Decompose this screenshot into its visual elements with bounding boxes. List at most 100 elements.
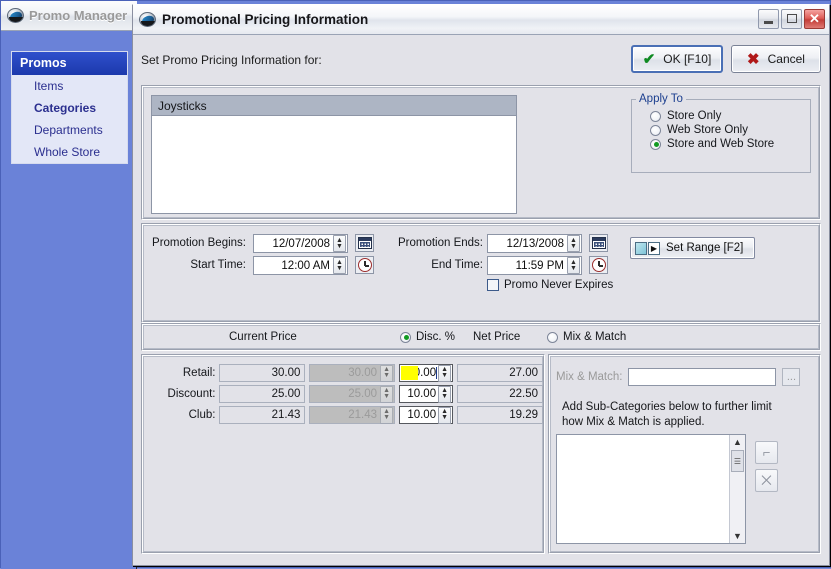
- promo-manager-titlebar[interactable]: Promo Manager: [1, 1, 137, 31]
- mix-match-browse-button[interactable]: ...: [782, 368, 801, 386]
- ok-button-label: OK [F10]: [663, 52, 712, 66]
- cancel-button[interactable]: ✖ Cancel: [731, 45, 821, 73]
- radio-store-and-web-store-label: Store and Web Store: [667, 138, 775, 150]
- calendar-icon: [591, 237, 606, 249]
- close-button[interactable]: ✕: [804, 9, 825, 29]
- sub-categories-scrollbar[interactable]: ▲ ☰ ▼: [729, 435, 745, 543]
- promo-never-expires-label: Promo Never Expires: [504, 279, 614, 291]
- radio-mix-match[interactable]: Mix & Match: [547, 331, 626, 343]
- sidebar-item-whole-store[interactable]: Whole Store: [12, 141, 127, 163]
- spinner-icon: ▲ ▼: [380, 406, 394, 424]
- sidebar-item-categories[interactable]: Categories: [12, 97, 127, 119]
- delete-subcategory-icon: ⨉: [761, 472, 772, 488]
- spinner-icon[interactable]: ▲ ▼: [438, 406, 452, 424]
- mix-match-help-text: Add Sub-Categories below to further limi…: [562, 401, 772, 428]
- radio-mix-match-label: Mix & Match: [563, 331, 627, 343]
- radio-store-only[interactable]: Store Only: [632, 109, 810, 123]
- table-row: Discount: 25.00 25.00 ▲ ▼ 10.00 ▲ ▼ 22.50: [143, 385, 544, 403]
- ends-calendar-button[interactable]: [589, 234, 608, 252]
- club-discount-percent-input[interactable]: 10.00 ▲ ▼: [399, 406, 454, 424]
- promo-never-expires-checkbox[interactable]: Promo Never Expires: [487, 279, 613, 291]
- radio-selected-icon: [650, 138, 661, 150]
- begins-calendar-button[interactable]: [355, 234, 374, 252]
- promos-nav-box: Promos Items Categories Departments Whol…: [11, 51, 128, 164]
- dialog-titlebar[interactable]: Promotional Pricing Information ✕: [133, 5, 829, 35]
- spinner-icon[interactable]: ▲ ▼: [438, 364, 452, 382]
- radio-icon: [650, 124, 661, 136]
- delete-subcategory-button[interactable]: ⨉: [755, 469, 778, 492]
- radio-icon: [547, 331, 558, 343]
- start-time-input[interactable]: 12:00 AM ▲ ▼: [253, 256, 348, 275]
- add-subcategory-button[interactable]: ⌐: [755, 441, 778, 464]
- radio-icon: [650, 110, 661, 122]
- selected-categories-list[interactable]: Joysticks: [151, 95, 517, 214]
- calendar-icon: [357, 237, 372, 249]
- sidebar-item-items[interactable]: Items: [12, 75, 127, 97]
- promotional-pricing-dialog: Promotional Pricing Information ✕ Set Pr…: [132, 4, 830, 566]
- apply-to-group: Apply To Store Only Web Store Only Store…: [631, 93, 811, 173]
- price-grid-panel: Retail: 30.00 30.00 ▲▼ 10.00 ▲▼ 27.00: [141, 354, 545, 554]
- current-price-label: Current Price: [229, 331, 297, 343]
- mix-match-input[interactable]: [628, 368, 777, 386]
- scroll-up-icon[interactable]: ▲: [733, 436, 742, 448]
- end-time-value: 11:59 PM: [515, 259, 564, 272]
- selection-highlight: [401, 366, 419, 380]
- promotion-ends-label: Promotion Ends:: [397, 237, 483, 249]
- ok-button[interactable]: ✔ OK [F10]: [631, 45, 723, 73]
- minimize-icon: [764, 21, 773, 24]
- spinner-icon[interactable]: ▲ ▼: [333, 257, 346, 274]
- radio-store-only-label: Store Only: [667, 110, 722, 122]
- retail-discount-percent-input[interactable]: 10.00 ▲ ▼: [399, 364, 454, 382]
- club-promo-price: 19.29: [457, 406, 544, 424]
- promotion-begins-value: 12/07/2008: [272, 237, 330, 250]
- selection-panel: Joysticks Apply To Store Only Web Store …: [141, 85, 821, 220]
- spinner-icon[interactable]: ▲ ▼: [438, 385, 452, 403]
- minimize-button[interactable]: [758, 9, 779, 29]
- spinner-icon[interactable]: ▲ ▼: [567, 257, 580, 274]
- dialog-body: Set Promo Pricing Information for: ✔ OK …: [133, 35, 829, 565]
- set-range-button[interactable]: ▶ Set Range [F2]: [630, 237, 755, 259]
- clock-icon: [357, 258, 372, 272]
- promos-sidebar: Promos Items Categories Departments Whol…: [1, 31, 137, 569]
- cross-icon: ✖: [747, 50, 760, 68]
- start-time-label: Start Time:: [190, 259, 246, 271]
- dialog-title: Promotional Pricing Information: [162, 12, 369, 27]
- maximize-button[interactable]: [781, 9, 802, 29]
- apply-to-legend: Apply To: [639, 93, 683, 105]
- end-time-clock-button[interactable]: [589, 256, 608, 274]
- net-price-label: Net Price: [473, 331, 521, 343]
- app-logo-icon: [139, 12, 156, 27]
- spinner-icon[interactable]: ▲ ▼: [567, 235, 580, 252]
- radio-selected-icon: [400, 331, 411, 343]
- discount-percent-value: 10.00: [407, 388, 437, 400]
- promotion-ends-input[interactable]: 12/13/2008 ▲ ▼: [487, 234, 582, 253]
- scrollbar-thumb[interactable]: ☰: [731, 450, 744, 472]
- bottom-area: Retail: 30.00 30.00 ▲▼ 10.00 ▲▼ 27.00: [141, 354, 821, 554]
- promo-manager-title: Promo Manager: [29, 8, 128, 23]
- end-time-input[interactable]: 11:59 PM ▲ ▼: [487, 256, 582, 275]
- set-range-button-label: Set Range [F2]: [666, 242, 744, 254]
- scroll-down-icon[interactable]: ▼: [733, 530, 742, 542]
- start-time-clock-button[interactable]: [355, 256, 374, 274]
- sub-categories-list[interactable]: ▲ ☰ ▼: [556, 434, 746, 544]
- radio-store-and-web-store[interactable]: Store and Web Store: [632, 137, 810, 151]
- radio-web-store-only[interactable]: Web Store Only: [632, 123, 810, 137]
- pricing-mode-row: Current Price Disc. % Net Price Mix & Ma…: [141, 323, 821, 351]
- spinner-icon[interactable]: ▲ ▼: [333, 235, 346, 252]
- window-controls: ✕: [758, 9, 825, 29]
- add-subcategory-icon: ⌐: [762, 445, 771, 460]
- radio-disc-percent-label: Disc. %: [416, 331, 455, 343]
- retail-net-input-disabled: 30.00 ▲ ▼: [309, 364, 396, 382]
- radio-disc-percent[interactable]: Disc. %: [400, 331, 455, 343]
- promotion-begins-label: Promotion Begins:: [152, 237, 246, 249]
- checkbox-icon: [487, 279, 499, 291]
- text-caret: [436, 367, 438, 379]
- promotion-begins-input[interactable]: 12/07/2008 ▲ ▼: [253, 234, 348, 253]
- discount-discount-percent-input[interactable]: 10.00 ▲ ▼: [399, 385, 454, 403]
- club-current-price: 21.43: [219, 406, 306, 424]
- sidebar-item-departments[interactable]: Departments: [12, 119, 127, 141]
- app-logo-icon: [7, 8, 24, 23]
- promotion-ends-value: 12/13/2008: [506, 237, 564, 250]
- mix-match-label: Mix & Match:: [556, 371, 623, 383]
- discount-disabled-value: 25.00: [348, 388, 378, 400]
